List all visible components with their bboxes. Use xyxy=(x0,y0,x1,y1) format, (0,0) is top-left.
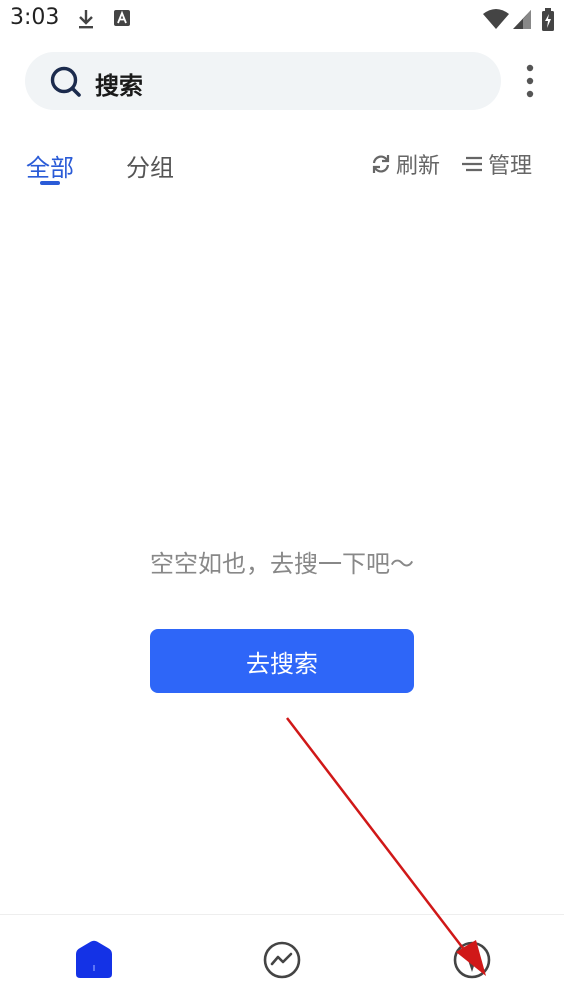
status-time: 3:03 xyxy=(10,5,60,30)
status-bar: 3:03 xyxy=(0,0,564,40)
empty-state-message: 空空如也，去搜一下吧～ xyxy=(150,550,414,578)
search-icon xyxy=(50,66,81,97)
refresh-icon xyxy=(372,155,390,173)
explore-icon[interactable] xyxy=(452,940,492,980)
battery-icon xyxy=(542,8,554,31)
a-notification-icon xyxy=(114,10,130,26)
search-label: 搜索 xyxy=(95,72,143,100)
refresh-label: 刷新 xyxy=(396,154,441,179)
wifi-icon xyxy=(483,9,509,29)
manage-icon xyxy=(462,156,482,172)
signal-icon xyxy=(513,10,531,29)
trend-icon[interactable] xyxy=(262,940,302,980)
tab-all[interactable]: 全部 xyxy=(26,148,74,183)
more-options-icon[interactable] xyxy=(514,60,546,102)
home-icon[interactable] xyxy=(74,940,114,980)
manage-button[interactable]: 管理 xyxy=(460,150,533,179)
manage-label: 管理 xyxy=(488,154,533,179)
bottom-navigation xyxy=(0,914,564,1005)
download-icon xyxy=(79,10,93,29)
search-bar[interactable]: 搜索 xyxy=(25,52,501,110)
refresh-button[interactable]: 刷新 xyxy=(370,150,441,179)
go-search-button[interactable]: 去搜索 xyxy=(150,629,414,693)
tab-group[interactable]: 分组 xyxy=(126,148,174,183)
active-tab-indicator xyxy=(40,181,60,185)
